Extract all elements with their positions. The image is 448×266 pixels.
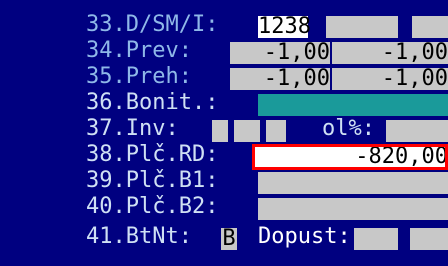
field-35-preh-2[interactable]: -1,00	[332, 68, 448, 90]
field-33-block-b	[412, 16, 448, 38]
field-34-prev-2[interactable]: -1,00	[332, 42, 448, 64]
terminal-form: 33.D/SM/I: 1238 34.Prev: -1,00 -1,00 35.…	[0, 0, 448, 266]
field-37-inv-c[interactable]	[266, 120, 286, 142]
field-36-bonit[interactable]	[258, 94, 448, 116]
label-37-inv: 37.Inv:	[86, 116, 179, 141]
field-34-prev-1[interactable]: -1,00	[230, 42, 330, 64]
label-35-preh: 35.Preh:	[86, 64, 192, 89]
label-36-bonit: 36.Bonit.:	[86, 90, 219, 115]
field-39-plc-b1[interactable]	[258, 172, 448, 194]
field-41-btnt-flag[interactable]: B	[221, 228, 237, 250]
label-33-d-sm-i: 33.D/SM/I:	[86, 12, 219, 37]
field-33-value[interactable]: 1238	[258, 16, 311, 38]
label-40-plc-b2: 40.Plč.B2:	[86, 194, 219, 219]
field-35-preh-1[interactable]: -1,00	[230, 68, 330, 90]
label-39-plc-b1: 39.Plč.B1:	[86, 168, 219, 193]
field-41-dopust-gap	[398, 228, 410, 250]
field-37-inv-a[interactable]	[212, 120, 228, 142]
field-33-block-a	[326, 16, 398, 38]
label-38-plc-rd: 38.Plč.RD:	[86, 142, 219, 167]
field-40-plc-b2[interactable]	[258, 198, 448, 220]
field-37-ol-percent[interactable]	[386, 120, 448, 142]
label-41-dopust: Dopust:	[258, 224, 351, 249]
field-38-plc-rd[interactable]: -820,00	[252, 144, 448, 170]
label-41-btnt: 41.BtNt:	[86, 224, 192, 249]
label-37-ol-percent: ol%:	[322, 116, 375, 141]
field-37-inv-b[interactable]	[234, 120, 260, 142]
label-34-prev: 34.Prev:	[86, 38, 192, 63]
